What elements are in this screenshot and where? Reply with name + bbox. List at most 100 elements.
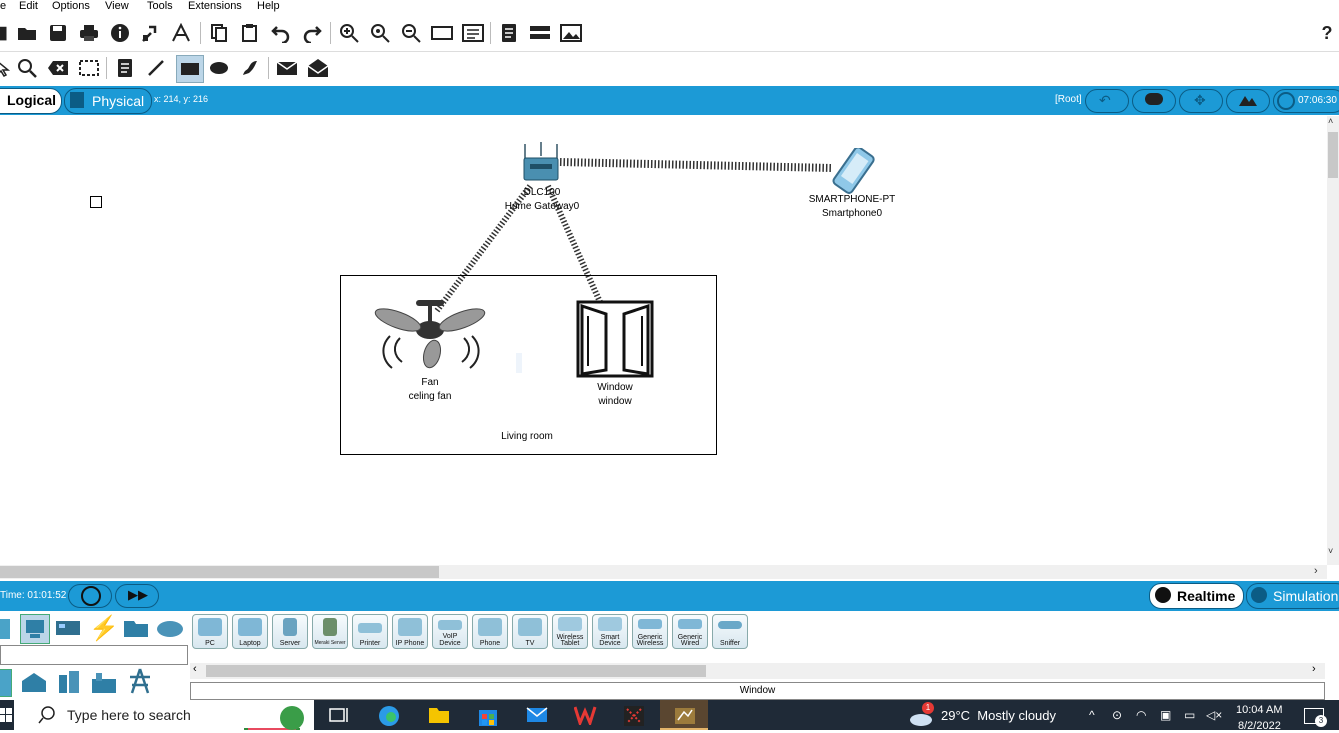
clock-button[interactable]: 07:06:30 xyxy=(1273,89,1339,113)
tray-app-icon[interactable]: ▣ xyxy=(1160,708,1171,722)
network-devices-icon[interactable] xyxy=(0,619,10,639)
window-device[interactable] xyxy=(576,300,654,378)
home-category-partial-icon[interactable] xyxy=(0,669,12,697)
menu-view[interactable]: View xyxy=(105,0,129,13)
home-icon[interactable] xyxy=(20,671,48,693)
industrial-icon[interactable] xyxy=(90,669,118,695)
menu-extensions[interactable]: Extensions xyxy=(188,0,242,13)
store-icon[interactable] xyxy=(477,705,499,726)
inspect-icon[interactable] xyxy=(16,57,38,79)
power-grid-icon[interactable] xyxy=(126,667,154,695)
realtime-tab[interactable]: Realtime xyxy=(1149,583,1244,609)
paste-icon[interactable] xyxy=(239,22,261,44)
horizontal-scroll-thumb[interactable] xyxy=(0,566,439,578)
device-sniffer[interactable]: Sniffer xyxy=(712,614,748,649)
back-button[interactable]: ↶ xyxy=(1085,89,1129,113)
zoom-reset-icon[interactable] xyxy=(369,22,391,44)
notes-icon[interactable] xyxy=(498,22,520,44)
home-gateway-device[interactable] xyxy=(522,142,560,184)
menu-file-partial[interactable]: e xyxy=(0,0,6,13)
device-printer[interactable]: Printer xyxy=(352,614,388,649)
draw-ellipse-icon[interactable] xyxy=(208,57,230,79)
freeform-icon[interactable] xyxy=(239,57,261,79)
tray-expand-icon[interactable]: ^ xyxy=(1089,708,1095,722)
scroll-right-icon[interactable]: › xyxy=(1314,565,1318,577)
weather-icon[interactable]: 1 xyxy=(908,702,934,726)
packet-tracer-taskbar-button[interactable] xyxy=(660,700,708,730)
zoom-out-icon[interactable] xyxy=(400,22,422,44)
delete-icon[interactable] xyxy=(47,57,69,79)
taskbar-search-box[interactable]: Type here to search xyxy=(14,700,314,733)
draw-rectangle-icon[interactable] xyxy=(176,55,204,83)
smartphone-device[interactable] xyxy=(824,146,882,194)
info-partial-icon[interactable]: ▮ xyxy=(0,22,14,44)
power-cycle-button[interactable] xyxy=(68,584,112,608)
image-icon[interactable] xyxy=(560,22,582,44)
fast-forward-button[interactable]: ▶▶ xyxy=(115,584,159,608)
drawing-palette-icon[interactable] xyxy=(431,22,453,44)
canvas-horizontal-scrollbar[interactable]: › xyxy=(0,565,1327,579)
draw-line-icon[interactable] xyxy=(145,57,167,79)
menu-edit[interactable]: Edit xyxy=(19,0,38,13)
resize-shape-icon[interactable] xyxy=(78,57,100,79)
simulation-tab[interactable]: Simulation xyxy=(1246,583,1339,609)
print-icon[interactable] xyxy=(78,22,100,44)
device-phone[interactable]: Phone xyxy=(472,614,508,649)
move-button[interactable]: ✥ xyxy=(1179,89,1223,113)
simple-pdu-icon[interactable] xyxy=(276,57,298,79)
device-list-scrollbar[interactable]: ‹ › xyxy=(190,663,1325,679)
end-devices-category-icon[interactable] xyxy=(20,614,50,644)
mail-icon[interactable] xyxy=(526,705,548,725)
taskbar-date[interactable]: 8/2/2022 xyxy=(1238,720,1281,732)
wps-icon[interactable] xyxy=(573,705,597,728)
redo-icon[interactable] xyxy=(301,22,323,44)
components-icon[interactable] xyxy=(55,617,81,639)
device-search-field[interactable] xyxy=(0,645,188,665)
scroll-up-icon[interactable]: ˄ xyxy=(1328,116,1333,126)
device-ip-phone[interactable]: IP Phone xyxy=(392,614,428,649)
cloud-button[interactable] xyxy=(1132,89,1176,113)
info-icon[interactable] xyxy=(109,22,131,44)
zoom-in-icon[interactable] xyxy=(338,22,360,44)
activity-wizard-icon[interactable] xyxy=(170,22,192,44)
file-explorer-icon[interactable] xyxy=(428,705,450,725)
device-scroll-right-icon[interactable]: › xyxy=(1312,663,1316,675)
selection-handle[interactable] xyxy=(90,196,102,208)
canvas-vertical-scrollbar[interactable]: ˄ ˅ xyxy=(1327,116,1339,565)
select-icon[interactable] xyxy=(0,57,14,79)
place-note-icon[interactable] xyxy=(114,57,136,79)
cluster-icon[interactable] xyxy=(529,22,551,44)
device-wireless-tablet[interactable]: Wireless Tablet xyxy=(552,614,588,649)
device-meraki-server[interactable]: Meraki Server xyxy=(312,614,348,649)
scroll-down-icon[interactable]: ˅ xyxy=(1328,546,1333,556)
menu-tools[interactable]: Tools xyxy=(147,0,173,13)
multiuser-icon[interactable] xyxy=(156,617,184,639)
workspace-canvas[interactable]: DLC100 Home Gateway0 SMARTPHONE-PT Smart… xyxy=(0,116,1327,565)
taskbar-time[interactable]: 10:04 AM xyxy=(1236,704,1282,716)
edge-icon[interactable] xyxy=(378,705,400,726)
notifications-icon[interactable]: 3 xyxy=(1304,708,1327,727)
misc-icon[interactable] xyxy=(122,617,150,639)
snipping-icon[interactable] xyxy=(623,705,645,726)
network-wizard-icon[interactable] xyxy=(140,22,162,44)
help-icon[interactable]: ? xyxy=(1316,22,1338,44)
root-breadcrumb[interactable]: [Root] xyxy=(1055,94,1082,105)
device-voip[interactable]: VoIP Device xyxy=(432,614,468,649)
volume-muted-icon[interactable]: ◁× xyxy=(1206,708,1222,722)
tray-meet-icon[interactable]: ⊙ xyxy=(1112,708,1122,722)
device-generic-wired[interactable]: Generic Wired xyxy=(672,614,708,649)
task-view-icon[interactable] xyxy=(328,705,350,725)
save-icon[interactable] xyxy=(47,22,69,44)
tab-logical[interactable]: Logical xyxy=(0,88,62,114)
menu-help[interactable]: Help xyxy=(257,0,280,13)
weather-text[interactable]: 29°C Mostly cloudy xyxy=(941,708,1056,723)
custom-device-icon[interactable] xyxy=(462,22,484,44)
device-server[interactable]: Server xyxy=(272,614,308,649)
device-generic-wireless[interactable]: Generic Wireless xyxy=(632,614,668,649)
complex-pdu-icon[interactable] xyxy=(307,57,329,79)
vertical-scroll-thumb[interactable] xyxy=(1328,132,1338,178)
open-icon[interactable] xyxy=(16,22,38,44)
device-pc[interactable]: PC xyxy=(192,614,228,649)
battery-icon[interactable]: ▭ xyxy=(1184,708,1195,722)
device-smart-device[interactable]: Smart Device xyxy=(592,614,628,649)
